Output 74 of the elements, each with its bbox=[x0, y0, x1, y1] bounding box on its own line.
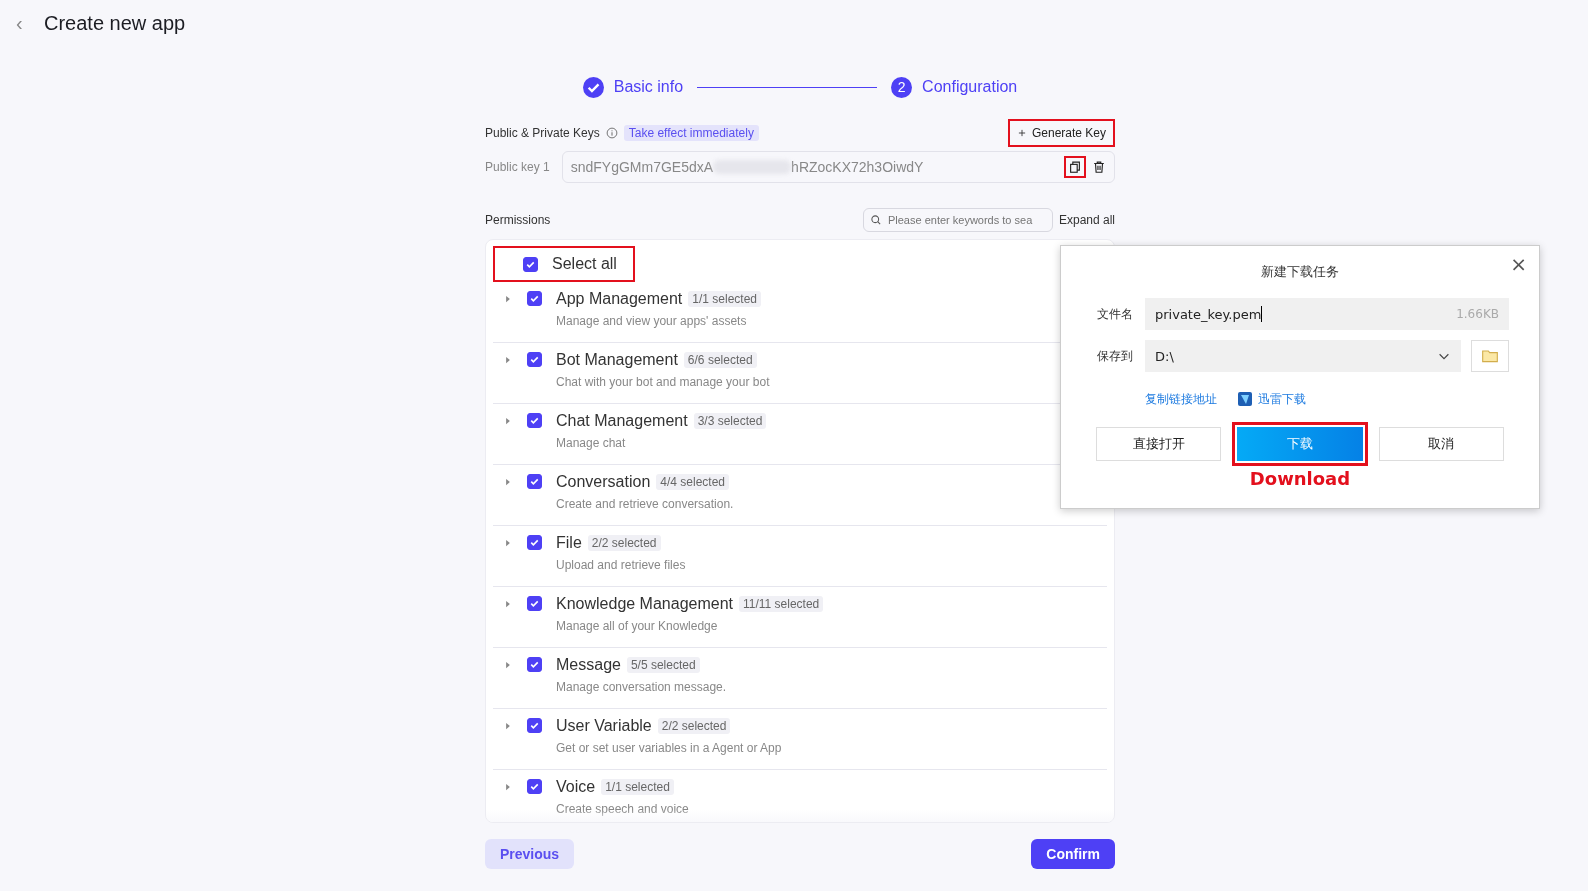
step-number: 2 bbox=[891, 76, 913, 98]
copy-button[interactable] bbox=[1064, 156, 1086, 178]
step-label: Configuration bbox=[922, 78, 1018, 96]
info-icon bbox=[605, 127, 618, 139]
dialog-button[interactable]: 取消 bbox=[1378, 427, 1504, 461]
permission-description: Create speech and voice bbox=[556, 802, 689, 816]
dialog-title: 新建下载任务 bbox=[1261, 263, 1339, 281]
checkbox[interactable] bbox=[527, 718, 542, 733]
permission-name: App Management bbox=[556, 290, 683, 308]
delete-icon[interactable] bbox=[1092, 160, 1106, 174]
permission-name: Bot Management bbox=[556, 351, 678, 369]
field-label: Public key 1 bbox=[485, 160, 550, 174]
select-all-option[interactable]: Select all bbox=[493, 246, 635, 282]
close-button[interactable]: × bbox=[1510, 252, 1527, 276]
checkbox[interactable] bbox=[527, 779, 542, 794]
field-label: 文件名 bbox=[1097, 305, 1134, 323]
selected-count: 3/3 selected bbox=[693, 413, 767, 429]
permission-name: Chat Management bbox=[556, 412, 688, 430]
plus-icon bbox=[1016, 128, 1027, 138]
previous-button[interactable]: Previous bbox=[485, 839, 575, 869]
expand-all-link[interactable]: Expand all bbox=[1058, 213, 1115, 227]
permission-description: Manage conversation message. bbox=[556, 680, 727, 694]
copy-link-link[interactable]: 复制链接地址 bbox=[1145, 390, 1217, 408]
page-title: Create new app bbox=[44, 11, 186, 35]
permission-description: Manage and view your apps' assets bbox=[556, 314, 748, 328]
search-field[interactable]: Please enter keywords to sea bbox=[862, 208, 1053, 232]
file-size: 1.66KB bbox=[1456, 307, 1499, 321]
key-text: sndFYgGMm7GE5dxA bbox=[570, 159, 714, 175]
checkbox[interactable] bbox=[527, 657, 542, 672]
selected-count: 2/2 selected bbox=[587, 535, 661, 551]
permission-name: Message bbox=[556, 656, 621, 674]
step-label: Basic info bbox=[613, 78, 684, 96]
permission-description: Chat with your bot and manage your bot bbox=[556, 375, 770, 389]
selected-count: 5/5 selected bbox=[626, 657, 700, 673]
permission-name: User Variable bbox=[556, 717, 652, 735]
checkbox[interactable] bbox=[527, 474, 542, 489]
permission-description: Manage all of your Knowledge bbox=[556, 619, 719, 633]
permission-description: Manage chat bbox=[556, 436, 627, 450]
selected-count: 2/2 selected bbox=[657, 718, 731, 734]
permission-name: File bbox=[556, 534, 582, 552]
selected-count: 4/4 selected bbox=[656, 474, 729, 490]
checkbox[interactable] bbox=[527, 413, 542, 428]
key-text: hRZocKX72h3OiwdY bbox=[791, 159, 924, 175]
filename-field[interactable]: private_key.pem 1.66KB bbox=[1145, 298, 1509, 330]
selected-count: 1/1 selected bbox=[688, 291, 762, 307]
folder-icon bbox=[1481, 347, 1499, 365]
permission-description: Upload and retrieve files bbox=[556, 558, 686, 572]
permission-description: Create and retrieve conversation. bbox=[556, 497, 734, 511]
permission-name: Voice bbox=[556, 778, 596, 796]
app-logo-icon bbox=[1237, 391, 1253, 407]
filename-text: private_key.pem bbox=[1155, 306, 1262, 322]
section-label: Permissions bbox=[485, 213, 551, 227]
status-tag: Take effect immediately bbox=[623, 125, 759, 141]
checkbox[interactable] bbox=[527, 352, 542, 367]
checkbox[interactable] bbox=[527, 291, 542, 306]
checkbox[interactable] bbox=[523, 256, 538, 272]
selected-count: 6/6 selected bbox=[683, 352, 757, 368]
selected-count: 11/11 selected bbox=[739, 596, 824, 612]
checkbox[interactable] bbox=[527, 535, 542, 550]
selected-count: 1/1 selected bbox=[601, 779, 674, 795]
copy-icon bbox=[1068, 160, 1082, 174]
annotation-label: Download bbox=[1249, 468, 1351, 489]
search-icon bbox=[869, 214, 882, 226]
generate-key-button[interactable]: Generate Key bbox=[1007, 119, 1115, 147]
confirm-button[interactable]: Confirm bbox=[1031, 839, 1115, 869]
thunder-download-link[interactable]: 迅雷下载 bbox=[1237, 390, 1306, 408]
permission-description: Get or set user variables in a Agent or App bbox=[556, 741, 782, 755]
dialog-button[interactable]: 直接打开 bbox=[1096, 427, 1222, 461]
permission-name: Knowledge Management bbox=[556, 595, 733, 613]
field-label: 保存到 bbox=[1097, 347, 1134, 365]
save-path-dropdown[interactable]: D:\ bbox=[1145, 340, 1461, 372]
section-label: Public & Private Keys bbox=[485, 126, 600, 140]
checkbox[interactable] bbox=[527, 596, 542, 611]
permission-name: Conversation bbox=[556, 473, 651, 491]
